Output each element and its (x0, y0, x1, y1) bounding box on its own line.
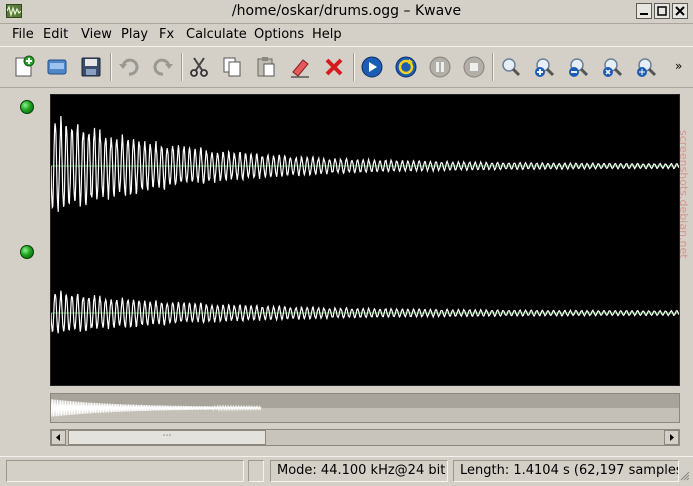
zoom-all-icon[interactable] (632, 52, 662, 82)
track-1-waveform (51, 115, 679, 212)
track-2-waveform (51, 290, 679, 334)
title-bar: /home/oskar/drums.ogg – Kwave (0, 0, 693, 24)
save-icon[interactable] (76, 52, 106, 82)
zoom-in-icon[interactable] (530, 52, 560, 82)
erase-icon[interactable] (285, 52, 315, 82)
status-message (6, 460, 244, 482)
waveform-display[interactable] (50, 94, 680, 386)
menu-calculate[interactable]: Calculate (186, 26, 247, 44)
pause-icon[interactable] (425, 52, 455, 82)
window-title: /home/oskar/drums.ogg – Kwave (231, 3, 462, 19)
status-bar: Mode: 44.100 kHz@24 bit Length: 1.4104 s… (0, 456, 693, 486)
status-length: Length: 1.4104 s (62,197 samples) (453, 460, 679, 482)
menu-play[interactable]: Play (121, 26, 148, 44)
status-spacer (248, 460, 264, 482)
menu-options[interactable]: Options (254, 26, 304, 44)
toolbar-overflow-button[interactable]: » (675, 59, 682, 73)
play-icon[interactable] (357, 52, 387, 82)
status-mode: Mode: 44.100 kHz@24 bit (270, 460, 448, 482)
new-file-icon[interactable] (9, 52, 39, 82)
open-file-icon[interactable] (42, 52, 72, 82)
horizontal-scrollbar[interactable]: ⋯ (50, 429, 680, 446)
zoom-selection-icon[interactable] (598, 52, 628, 82)
toolbar: » (0, 46, 693, 88)
delete-icon[interactable] (319, 52, 349, 82)
close-icon[interactable] (672, 3, 688, 19)
overview-strip[interactable] (50, 393, 680, 423)
menu-help[interactable]: Help (312, 26, 342, 44)
toolbar-separator (492, 53, 494, 81)
stop-icon[interactable] (459, 52, 489, 82)
menu-view[interactable]: View (81, 26, 112, 44)
cut-icon[interactable] (184, 52, 214, 82)
loop-icon[interactable] (391, 52, 421, 82)
track-1-enable-led[interactable] (20, 100, 34, 114)
maximize-icon[interactable] (654, 3, 670, 19)
minimize-icon[interactable] (636, 3, 652, 19)
undo-icon[interactable] (114, 52, 144, 82)
watermark: screenshots.debian.net (677, 130, 690, 259)
toolbar-separator (353, 53, 355, 81)
redo-icon[interactable] (148, 52, 178, 82)
menu-fx[interactable]: Fx (159, 26, 174, 44)
track-2-enable-led[interactable] (20, 245, 34, 259)
scroll-right-icon[interactable] (664, 430, 679, 445)
zoom-icon[interactable] (496, 52, 526, 82)
scroll-left-icon[interactable] (51, 430, 66, 445)
resize-grip-icon[interactable] (680, 471, 690, 481)
toolbar-separator (110, 53, 112, 81)
toolbar-separator (181, 53, 183, 81)
menu-edit[interactable]: Edit (43, 26, 68, 44)
copy-icon[interactable] (217, 52, 247, 82)
menu-file[interactable]: File (12, 26, 34, 44)
zoom-out-icon[interactable] (564, 52, 594, 82)
paste-icon[interactable] (251, 52, 281, 82)
menu-bar: File Edit View Play Fx Calculate Options… (0, 24, 693, 46)
scrollbar-thumb[interactable]: ⋯ (68, 430, 266, 445)
